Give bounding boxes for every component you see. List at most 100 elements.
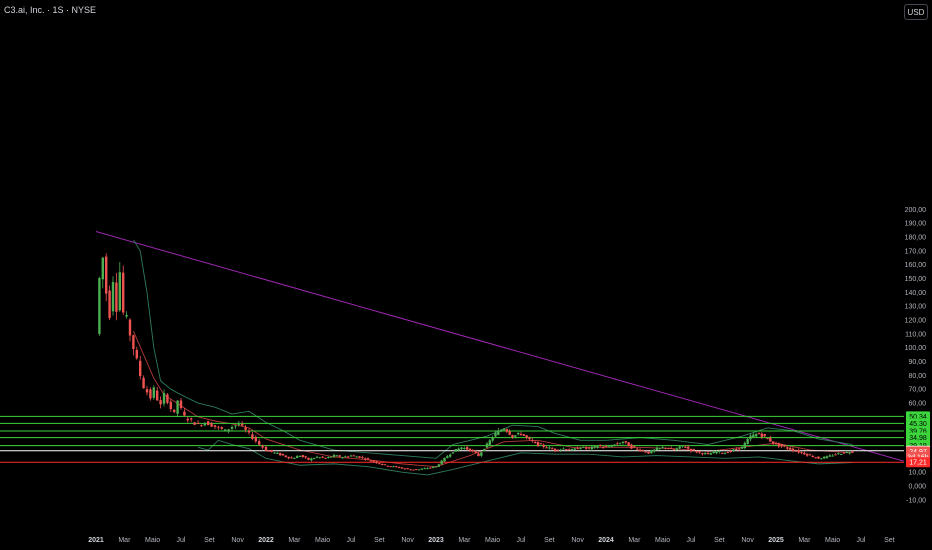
candle-body bbox=[627, 442, 630, 447]
candle-body bbox=[293, 457, 296, 459]
x-tick-label: 2025 bbox=[768, 537, 784, 544]
candle-body bbox=[817, 456, 820, 459]
y-tick-label: 140,00 bbox=[905, 290, 927, 297]
candle-body bbox=[108, 290, 111, 319]
candle-body bbox=[258, 441, 261, 445]
candle-body bbox=[709, 453, 713, 455]
candle-body bbox=[695, 451, 698, 453]
candle-body bbox=[301, 455, 305, 457]
candle-body bbox=[839, 454, 843, 456]
candle-body bbox=[437, 464, 441, 467]
candle-body bbox=[135, 349, 138, 359]
candle-body bbox=[270, 449, 273, 452]
candle-body bbox=[621, 441, 625, 443]
candle-body bbox=[701, 453, 704, 455]
candle-body bbox=[203, 422, 206, 426]
candle-body bbox=[737, 448, 741, 450]
candle-body bbox=[567, 449, 571, 451]
candle-body bbox=[254, 437, 257, 442]
candle-body bbox=[610, 446, 613, 448]
candle-body bbox=[822, 456, 826, 459]
candle-body bbox=[234, 425, 237, 427]
y-tick-label: 130,00 bbox=[905, 304, 927, 311]
candle-body bbox=[749, 435, 752, 440]
candle-body bbox=[247, 430, 251, 433]
candle-body bbox=[451, 452, 455, 454]
candle-body bbox=[635, 448, 639, 450]
candle-body bbox=[485, 443, 489, 448]
candle-body bbox=[341, 457, 344, 459]
x-tick-label: Set bbox=[204, 537, 215, 544]
horizontal-levels-layer bbox=[0, 415, 904, 463]
candle-body bbox=[647, 451, 650, 454]
x-tick-label: Set bbox=[714, 537, 725, 544]
candle-body bbox=[497, 430, 500, 435]
candle-body bbox=[273, 452, 276, 454]
candle-body bbox=[118, 272, 121, 311]
candle-body bbox=[448, 454, 452, 457]
candle-body bbox=[658, 447, 662, 449]
candle-body bbox=[757, 433, 761, 435]
candle-body bbox=[477, 453, 480, 457]
candle-body bbox=[400, 467, 404, 469]
candle-body bbox=[169, 401, 172, 410]
x-tick-label: Set bbox=[884, 537, 895, 544]
candle-body bbox=[482, 449, 486, 452]
y-tick-label: 200,00 bbox=[905, 207, 927, 214]
candle-body bbox=[573, 448, 577, 450]
candle-body bbox=[128, 319, 132, 336]
candle-body bbox=[318, 457, 322, 459]
candle-body bbox=[613, 444, 616, 446]
candle-body bbox=[193, 422, 196, 425]
y-tick-label: 190,00 bbox=[905, 221, 927, 228]
candle-body bbox=[533, 442, 537, 444]
candle-body bbox=[403, 468, 407, 470]
y-tick-label: -10,00 bbox=[906, 497, 926, 504]
candle-body bbox=[372, 460, 375, 462]
candle-body bbox=[562, 448, 565, 450]
candle-body bbox=[267, 450, 271, 452]
candle-body bbox=[698, 451, 701, 453]
candle-body bbox=[788, 447, 792, 450]
candle-body bbox=[227, 429, 230, 432]
candle-body bbox=[596, 446, 599, 448]
candle-body bbox=[375, 461, 378, 464]
candle-body bbox=[834, 454, 837, 456]
candle-body bbox=[531, 440, 534, 442]
candle-body bbox=[528, 437, 531, 440]
candle-body bbox=[378, 463, 381, 465]
candle-body bbox=[499, 429, 503, 432]
y-tick-label: 150,00 bbox=[905, 276, 927, 283]
candle-body bbox=[505, 429, 509, 432]
candle-body bbox=[434, 466, 438, 468]
candle-body bbox=[217, 426, 220, 428]
x-tick-label: Set bbox=[374, 537, 385, 544]
candle-body bbox=[746, 439, 749, 444]
candle-body bbox=[655, 447, 659, 451]
candle-body bbox=[545, 447, 548, 449]
candle-body bbox=[397, 467, 401, 469]
candle-body bbox=[837, 453, 840, 455]
candle-body bbox=[440, 460, 443, 465]
candle-body bbox=[284, 455, 288, 457]
candle-body bbox=[386, 465, 390, 467]
candle-body bbox=[740, 446, 744, 449]
x-tick-label: Maio bbox=[825, 537, 840, 544]
candle-body bbox=[420, 468, 424, 470]
candle-body bbox=[559, 449, 562, 451]
candle-body bbox=[638, 449, 642, 452]
candle-body bbox=[641, 450, 645, 452]
candle-body bbox=[624, 441, 628, 443]
price-chart[interactable]: 200,00 190,00 180,00 170,00 160,00 150,00 140,… bbox=[0, 0, 932, 550]
candle-body bbox=[686, 446, 690, 449]
candle-body bbox=[335, 455, 339, 457]
candle-body bbox=[601, 447, 605, 449]
candle-body bbox=[791, 448, 795, 451]
candle-body bbox=[98, 277, 101, 334]
y-tick-label: 90,00 bbox=[908, 359, 926, 366]
candle-body bbox=[463, 448, 466, 450]
candle-body bbox=[344, 456, 347, 458]
y-tick-label: 70,00 bbox=[908, 387, 926, 394]
candle-body bbox=[244, 427, 247, 430]
candle-body bbox=[491, 437, 494, 441]
